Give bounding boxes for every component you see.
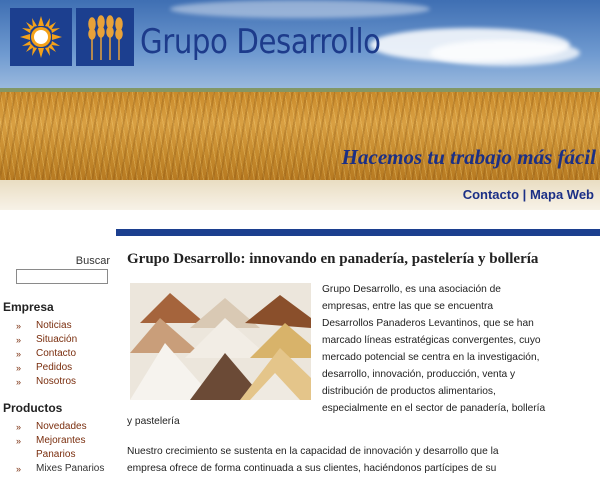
sitemap-link[interactable]: Mapa Web	[530, 187, 594, 202]
wheat-logo-icon[interactable]	[76, 8, 134, 66]
bullet-arrow-icon: »	[16, 422, 22, 432]
paragraph-line: marcado líneas estratégicas convergentes…	[322, 335, 541, 346]
section-title-empresa: Empresa	[3, 300, 54, 314]
sidebar-item-noticias[interactable]: » Noticias	[16, 319, 77, 333]
bullet-arrow-icon: »	[16, 363, 22, 373]
sidebar-item-mejorantes[interactable]: » Mejorantes	[16, 434, 87, 448]
header-banner: Grupo Desarrollo Hacemos tu trabajo más …	[0, 0, 600, 180]
bullet-arrow-icon: »	[16, 335, 22, 345]
paragraph-line: Nuestro crecimiento se sustenta en la ca…	[127, 446, 499, 457]
content-header-rule	[116, 229, 600, 236]
sidebar-item-nosotros[interactable]: » Nosotros	[16, 375, 77, 389]
menu-empresa: » Noticias » Situación » Contacto » Pedidos …	[16, 319, 77, 389]
sidebar-item-situacion[interactable]: » Situación	[16, 333, 77, 347]
paragraph-line: distribución de productos alimentarios,	[322, 386, 496, 397]
paragraph-line: especialmente en el sector de panadería,…	[322, 403, 546, 414]
flour-piles-image	[130, 283, 311, 400]
sun-logo-icon[interactable]	[10, 8, 72, 66]
sidebar-item-contacto[interactable]: » Contacto	[16, 347, 77, 361]
tagline: Hacemos tu trabajo más fácil	[341, 145, 596, 169]
paragraph-line: empresas, entre las que se encuentra	[322, 301, 494, 312]
sidebar-item-novedades[interactable]: » Novedades	[16, 420, 87, 434]
paragraph-line: mercado potencial se centra en la invest…	[322, 352, 540, 363]
sidebar-item-panarios[interactable]: »Panarios	[16, 448, 87, 462]
search-input[interactable]	[16, 269, 108, 284]
section-title-productos: Productos	[3, 401, 63, 415]
menu-productos: »Novedades »Mejorantes »Panarios	[16, 420, 87, 462]
bullet-arrow-icon: »	[16, 349, 22, 359]
sidebar-item-pedidos[interactable]: » Pedidos	[16, 361, 77, 375]
search-label: Buscar	[75, 255, 110, 267]
intro-paragraph: Grupo Desarrollo, es una asociación de e…	[322, 281, 592, 417]
bullet-arrow-icon: »	[16, 321, 22, 331]
bullet-arrow-icon: »	[16, 464, 22, 474]
nav-separator: |	[522, 187, 527, 202]
menu-productos-extra: » Mixes Panarios	[16, 462, 104, 476]
top-nav: Contacto | Mapa Web	[0, 180, 600, 210]
bullet-arrow-icon: »	[16, 377, 22, 387]
top-nav-links: Contacto | Mapa Web	[463, 187, 594, 202]
paragraph-line: empresa ofrece de forma continuada a sus…	[127, 463, 497, 474]
growth-paragraph: Nuestro crecimiento se sustenta en la ca…	[127, 443, 593, 477]
paragraph-line: Desarrollos Panaderos Levantinos, que se…	[322, 318, 534, 329]
paragraph-line: desarrollo, innovación, producción, vent…	[322, 369, 516, 380]
contact-link[interactable]: Contacto	[463, 187, 519, 202]
brand-title[interactable]: Grupo Desarrollo	[140, 22, 381, 62]
cloud-shape	[170, 0, 430, 18]
page-title: Grupo Desarrollo: innovando en panadería…	[127, 251, 539, 267]
intro-paragraph-tail: y pastelería	[127, 416, 180, 427]
sidebar-item-mixes-panarios[interactable]: » Mixes Panarios	[16, 462, 104, 476]
bullet-arrow-icon: »	[16, 436, 22, 446]
paragraph-line: Grupo Desarrollo, es una asociación de	[322, 284, 501, 295]
cloud-shape	[430, 40, 580, 66]
